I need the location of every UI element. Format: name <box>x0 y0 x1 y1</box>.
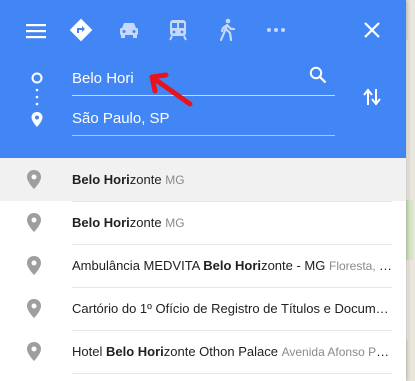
map-road <box>406 40 408 340</box>
destination-input[interactable] <box>72 107 302 129</box>
swap-directions-icon[interactable] <box>354 79 390 115</box>
red-annotation-arrow-icon <box>149 72 193 107</box>
suggestion-text: Belo Horizonte MG <box>72 158 392 202</box>
more-icon[interactable] <box>258 12 294 48</box>
directions-header <box>0 0 406 158</box>
place-pin-icon <box>27 256 41 280</box>
suggestion-item[interactable]: Belo Horizonte MG <box>0 201 406 245</box>
suggestion-text: Hotel Belo Horizonte Othon Palace Avenid… <box>72 330 392 374</box>
origin-field[interactable] <box>72 61 335 96</box>
suggestion-item[interactable]: Ambulância MEDVITA Belo Horizonte - MG F… <box>0 244 406 288</box>
best-route-icon[interactable] <box>63 12 99 48</box>
suggestion-item[interactable]: Belo Horizonte MG <box>0 158 406 202</box>
route-markers-icon <box>31 72 43 127</box>
suggestion-item[interactable]: Cartório do 1º Ofício de Registro de Tít… <box>0 287 406 331</box>
transit-icon[interactable] <box>160 12 196 48</box>
place-pin-icon <box>27 170 41 194</box>
destination-field[interactable] <box>72 101 335 136</box>
car-icon[interactable] <box>111 12 147 48</box>
walking-icon[interactable] <box>209 12 245 48</box>
suggestion-text: Ambulância MEDVITA Belo Horizonte - MG F… <box>72 244 392 288</box>
place-pin-icon <box>27 299 41 323</box>
search-icon[interactable] <box>309 66 327 89</box>
directions-panel: Belo Horizonte MG Belo Horizonte MG Ambu… <box>0 0 406 381</box>
suggestion-item[interactable]: Hotel Belo Horizonte Othon Palace Avenid… <box>0 330 406 374</box>
menu-icon[interactable] <box>18 13 54 49</box>
suggestion-list: Belo Horizonte MG Belo Horizonte MG Ambu… <box>0 158 406 374</box>
place-pin-icon <box>27 342 41 366</box>
suggestion-text: Belo Horizonte MG <box>72 201 392 245</box>
close-icon[interactable] <box>354 12 390 48</box>
place-pin-icon <box>27 213 41 237</box>
suggestion-text: Cartório do 1º Ofício de Registro de Tít… <box>72 287 392 331</box>
map-park <box>405 200 413 260</box>
